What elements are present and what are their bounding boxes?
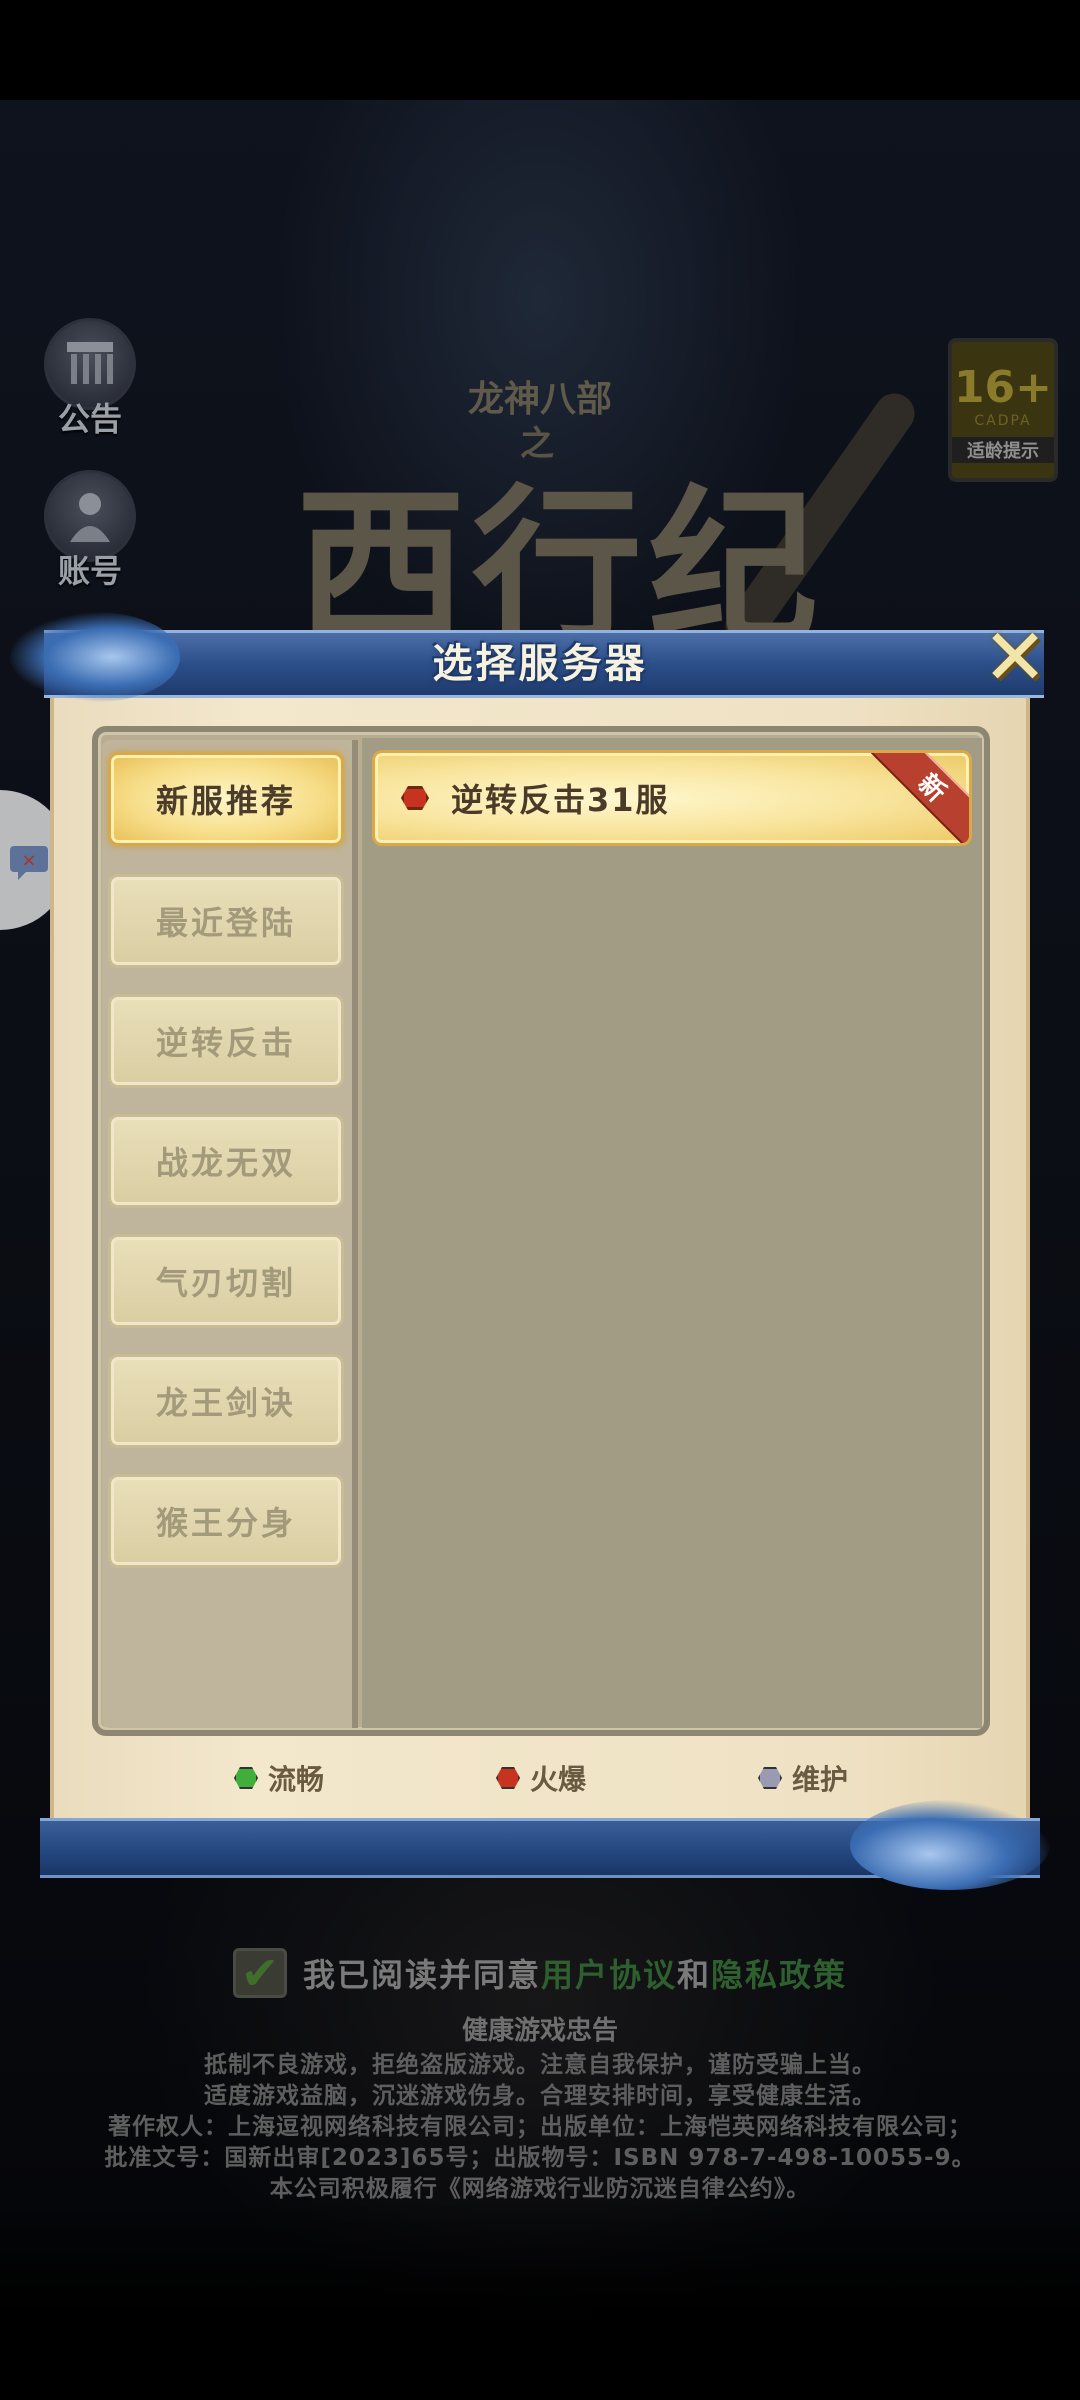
dialog-title: 选择服务器 bbox=[432, 640, 648, 687]
category-longwang-jianjue[interactable]: 龙王剑诀 bbox=[108, 1354, 344, 1448]
category-nizhuan-fanji[interactable]: 逆转反击 bbox=[108, 994, 344, 1088]
category-zhanlong-wushuang[interactable]: 战龙无双 bbox=[108, 1114, 344, 1208]
legend-hot: 火爆 bbox=[496, 1758, 586, 1798]
new-server-badge: 新 bbox=[869, 753, 969, 843]
server-select-dialog: 选择服务器 ✕ 新服推荐 最近登陆 逆转反击 战龙无双 气刃切割 龙王剑诀 猴王… bbox=[0, 0, 1080, 2400]
close-button[interactable]: ✕ bbox=[975, 618, 1055, 698]
category-qiren-qiege[interactable]: 气刃切割 bbox=[108, 1234, 344, 1328]
status-smooth-icon bbox=[234, 1767, 258, 1789]
server-item[interactable]: 逆转反击31服 新 bbox=[372, 750, 972, 846]
server-name: 逆转反击31服 bbox=[451, 781, 670, 819]
legend-label: 流畅 bbox=[268, 1763, 325, 1796]
legend-smooth: 流畅 bbox=[234, 1758, 324, 1798]
status-hot-icon bbox=[496, 1767, 520, 1789]
legend-maintenance: 维护 bbox=[758, 1758, 848, 1798]
status-legend: 流畅 火爆 维护 bbox=[0, 1758, 1080, 1808]
legend-label: 火爆 bbox=[530, 1763, 587, 1796]
cloud-wave-decoration bbox=[10, 612, 180, 702]
cloud-wave-decoration bbox=[850, 1800, 1050, 1890]
category-recent-login[interactable]: 最近登陆 bbox=[108, 874, 344, 968]
status-hot-icon bbox=[401, 786, 429, 810]
server-list bbox=[362, 738, 982, 1728]
category-new-servers[interactable]: 新服推荐 bbox=[108, 752, 344, 846]
status-maintenance-icon bbox=[758, 1767, 782, 1789]
legend-label: 维护 bbox=[792, 1763, 849, 1796]
category-houwang-fenshen[interactable]: 猴王分身 bbox=[108, 1474, 344, 1568]
close-x-icon: ✕ bbox=[982, 613, 1048, 703]
